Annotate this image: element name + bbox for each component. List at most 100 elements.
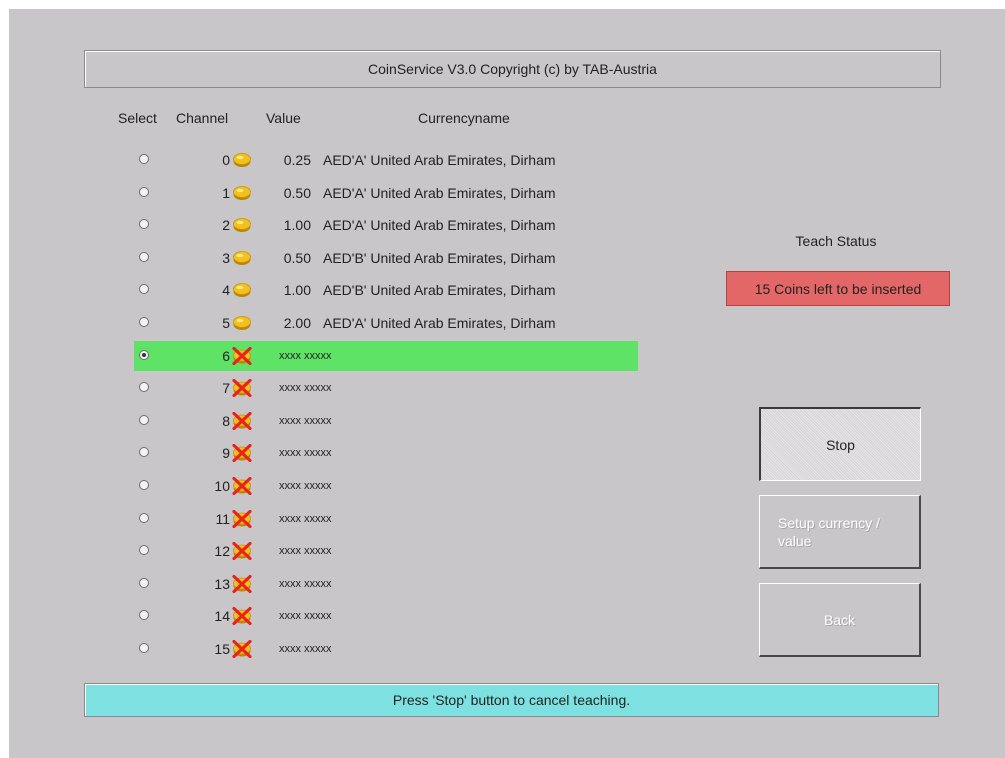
channel-select-radio[interactable]	[139, 610, 149, 620]
no-coin-icon	[232, 509, 252, 529]
channel-placeholder: xxxx xxxxx	[279, 415, 332, 427]
channel-number: 0	[222, 152, 230, 168]
channel-number: 14	[214, 608, 230, 624]
channel-row[interactable]: 4 1.00 AED'B' United Arab Emirates, Dirham	[134, 275, 638, 305]
channel-row[interactable]: 3 0.50 AED'B' United Arab Emirates, Dirham	[134, 243, 638, 273]
channel-number: 10	[214, 478, 230, 494]
channel-number: 3	[222, 250, 230, 266]
column-header-value: Value	[266, 110, 301, 126]
channel-select-radio[interactable]	[139, 350, 149, 360]
coin-value: 0.50	[283, 250, 311, 266]
channel-row[interactable]: 5 2.00 AED'A' United Arab Emirates, Dirham	[134, 308, 638, 338]
no-coin-icon	[232, 476, 252, 496]
channel-placeholder: xxxx xxxxx	[279, 513, 332, 525]
channel-number: 8	[222, 413, 230, 429]
channel-placeholder: xxxx xxxxx	[279, 643, 332, 655]
channel-select-radio[interactable]	[139, 415, 149, 425]
channel-select-radio[interactable]	[139, 382, 149, 392]
channel-row[interactable]: 0 0.25 AED'A' United Arab Emirates, Dirham	[134, 145, 638, 175]
channel-select-radio[interactable]	[139, 447, 149, 457]
no-coin-icon	[232, 378, 252, 398]
coin-icon	[232, 184, 252, 202]
channel-select-radio[interactable]	[139, 187, 149, 197]
channel-number: 12	[214, 543, 230, 559]
coin-value: 1.00	[283, 282, 311, 298]
channel-placeholder: xxxx xxxxx	[279, 610, 332, 622]
channel-row[interactable]: 1 0.50 AED'A' United Arab Emirates, Dirham	[134, 178, 638, 208]
setup-currency-value-button[interactable]: Setup currency / value	[759, 495, 921, 569]
channel-select-radio[interactable]	[139, 317, 149, 327]
channel-placeholder: xxxx xxxxx	[279, 382, 332, 394]
channel-select-radio[interactable]	[139, 154, 149, 164]
channel-placeholder: xxxx xxxxx	[279, 578, 332, 590]
channel-placeholder: xxxx xxxxx	[279, 545, 332, 557]
channel-select-radio[interactable]	[139, 480, 149, 490]
stop-button-label: Stop	[826, 436, 855, 453]
channel-row[interactable]: 2 1.00 AED'A' United Arab Emirates, Dirham	[134, 210, 638, 240]
channel-placeholder: xxxx xxxxx	[279, 350, 332, 362]
currency-name: AED'A' United Arab Emirates, Dirham	[323, 185, 556, 201]
channel-select-radio[interactable]	[139, 284, 149, 294]
channel-number: 6	[222, 348, 230, 364]
channel-row[interactable]: 6 xxxx xxxxx	[134, 341, 638, 371]
no-coin-icon	[232, 606, 252, 626]
channel-select-radio[interactable]	[139, 252, 149, 262]
stop-button[interactable]: Stop	[759, 407, 921, 481]
coin-service-window: CoinService V3.0 Copyright (c) by TAB-Au…	[9, 9, 1005, 758]
no-coin-icon	[232, 443, 252, 463]
no-coin-icon	[232, 346, 252, 366]
channel-number: 2	[222, 217, 230, 233]
channel-row[interactable]: 10 xxxx xxxxx	[134, 471, 638, 501]
coin-icon	[232, 216, 252, 234]
channel-number: 9	[222, 445, 230, 461]
teach-status-indicator: 15 Coins left to be inserted	[726, 271, 950, 306]
channel-number: 4	[222, 282, 230, 298]
app-title: CoinService V3.0 Copyright (c) by TAB-Au…	[84, 50, 941, 88]
currency-name: AED'A' United Arab Emirates, Dirham	[323, 315, 556, 331]
channel-number: 1	[222, 185, 230, 201]
channel-row[interactable]: 15 xxxx xxxxx	[134, 634, 638, 664]
channel-placeholder: xxxx xxxxx	[279, 447, 332, 459]
channel-row[interactable]: 11 xxxx xxxxx	[134, 504, 638, 534]
column-header-currencyname: Currencyname	[418, 110, 510, 126]
currency-name: AED'A' United Arab Emirates, Dirham	[323, 152, 556, 168]
coin-value: 0.25	[283, 152, 311, 168]
column-header-channel: Channel	[176, 110, 229, 126]
channel-row[interactable]: 9 xxxx xxxxx	[134, 438, 638, 468]
channel-number: 11	[215, 511, 230, 527]
currency-name: AED'B' United Arab Emirates, Dirham	[323, 250, 556, 266]
no-coin-icon	[232, 574, 252, 594]
status-bar-message: Press 'Stop' button to cancel teaching.	[84, 683, 939, 717]
coin-value: 2.00	[283, 315, 311, 331]
back-button[interactable]: Back	[759, 583, 921, 657]
coin-icon	[232, 249, 252, 267]
channel-select-radio[interactable]	[139, 513, 149, 523]
channel-row[interactable]: 14 xxxx xxxxx	[134, 601, 638, 631]
channel-number: 7	[222, 380, 230, 396]
channel-select-radio[interactable]	[139, 578, 149, 588]
channel-row[interactable]: 8 xxxx xxxxx	[134, 406, 638, 436]
channel-row[interactable]: 12 xxxx xxxxx	[134, 536, 638, 566]
channel-select-radio[interactable]	[139, 643, 149, 653]
channel-select-radio[interactable]	[139, 545, 149, 555]
channel-row[interactable]: 13 xxxx xxxxx	[134, 569, 638, 599]
coin-icon	[232, 281, 252, 299]
coin-icon	[232, 314, 252, 332]
teach-status-label: Teach Status	[795, 233, 877, 249]
channel-select-radio[interactable]	[139, 219, 149, 229]
no-coin-icon	[232, 639, 252, 659]
channel-placeholder: xxxx xxxxx	[279, 480, 332, 492]
column-header-select: Select	[118, 110, 157, 126]
currency-name: AED'B' United Arab Emirates, Dirham	[323, 282, 556, 298]
no-coin-icon	[232, 411, 252, 431]
channel-row[interactable]: 7 xxxx xxxxx	[134, 373, 638, 403]
coin-value: 1.00	[283, 217, 311, 233]
back-button-label: Back	[823, 611, 856, 628]
no-coin-icon	[232, 541, 252, 561]
coin-value: 0.50	[283, 185, 311, 201]
channel-number: 5	[222, 315, 230, 331]
currency-name: AED'A' United Arab Emirates, Dirham	[323, 217, 556, 233]
channel-number: 15	[214, 641, 230, 657]
channel-number: 13	[214, 576, 230, 592]
coin-icon	[232, 151, 252, 169]
